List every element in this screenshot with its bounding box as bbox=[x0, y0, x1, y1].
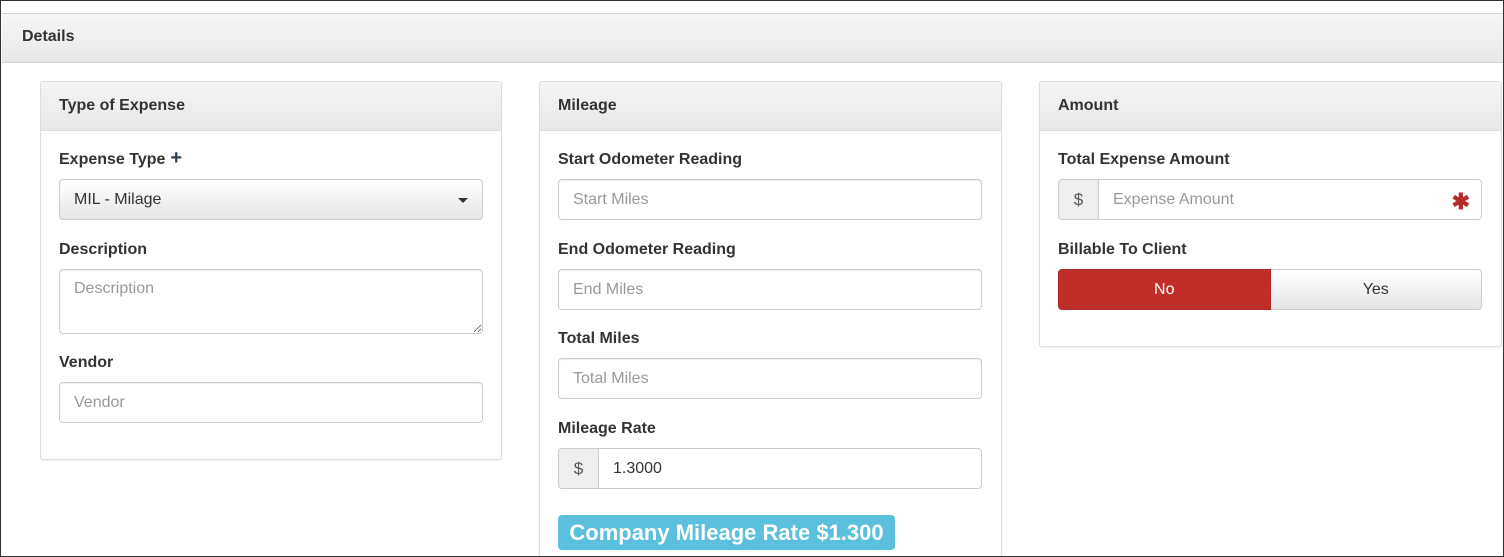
expense-amount-group: $ ✱ bbox=[1058, 179, 1482, 220]
expense-type-select[interactable]: MIL - Milage bbox=[59, 179, 483, 220]
start-miles-field[interactable] bbox=[558, 179, 982, 220]
vendor-field[interactable] bbox=[59, 382, 483, 423]
billable-toggle: No Yes bbox=[1058, 269, 1482, 310]
total-expense-amount-label: Total Expense Amount bbox=[1058, 151, 1230, 168]
start-odometer-label: Start Odometer Reading bbox=[558, 151, 743, 168]
mileage-rate-group: $ bbox=[558, 448, 982, 489]
mileage-heading: Mileage bbox=[540, 82, 1001, 131]
description-label: Description bbox=[59, 241, 148, 258]
details-header: Details bbox=[2, 13, 1503, 63]
plus-icon[interactable]: + bbox=[170, 148, 182, 168]
type-of-expense-title: Type of Expense bbox=[59, 97, 185, 114]
expense-amount-field[interactable] bbox=[1098, 179, 1482, 220]
expense-details-form: Details Type of Expense Expense Type + MI… bbox=[0, 0, 1504, 557]
expense-type-label-text: Expense Type bbox=[59, 151, 166, 168]
mileage-title: Mileage bbox=[558, 97, 617, 114]
total-miles-label: Total Miles bbox=[558, 330, 640, 347]
type-of-expense-heading: Type of Expense bbox=[41, 82, 501, 131]
total-miles-field[interactable] bbox=[558, 358, 982, 399]
mileage-rate-field[interactable] bbox=[598, 448, 982, 489]
end-miles-field[interactable] bbox=[558, 269, 982, 310]
dollar-addon: $ bbox=[558, 448, 598, 489]
amount-heading: Amount bbox=[1040, 82, 1501, 131]
vendor-label: Vendor bbox=[59, 354, 114, 371]
expense-type-value: MIL - Milage bbox=[74, 190, 162, 208]
company-mileage-rate-badge: Company Mileage Rate $1.300 bbox=[558, 515, 895, 550]
billable-no-button[interactable]: No bbox=[1058, 269, 1271, 310]
details-title: Details bbox=[22, 28, 75, 45]
dollar-addon: $ bbox=[1058, 179, 1098, 220]
description-field[interactable] bbox=[59, 269, 483, 334]
type-of-expense-panel: Type of Expense Expense Type + MIL - Mila… bbox=[40, 81, 502, 460]
billable-yes-button[interactable]: Yes bbox=[1270, 269, 1482, 310]
billable-to-client-label: Billable To Client bbox=[1058, 241, 1187, 258]
mileage-rate-label: Mileage Rate bbox=[558, 420, 656, 437]
mileage-panel: Mileage Start Odometer Reading End Odome… bbox=[539, 81, 1002, 556]
asterisk-icon: ✱ bbox=[1451, 189, 1470, 214]
expense-type-label: Expense Type + bbox=[59, 148, 182, 169]
end-odometer-label: End Odometer Reading bbox=[558, 241, 736, 258]
caret-down-icon bbox=[458, 198, 468, 203]
amount-panel: Amount Total Expense Amount $ ✱ Billable… bbox=[1039, 81, 1502, 347]
amount-title: Amount bbox=[1058, 97, 1119, 114]
